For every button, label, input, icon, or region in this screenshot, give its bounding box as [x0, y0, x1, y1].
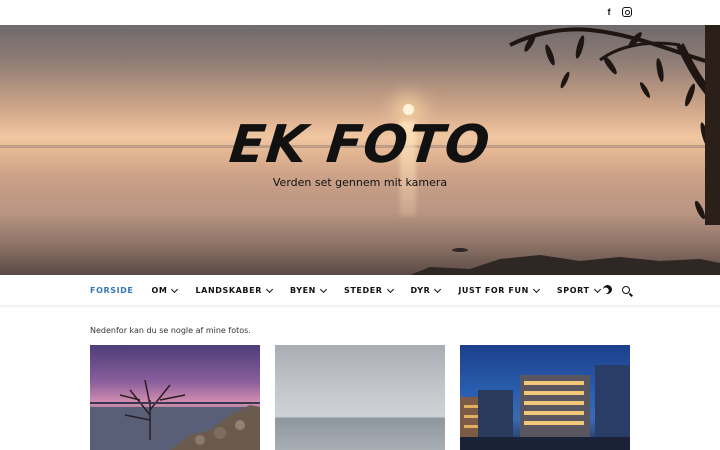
chevron-down-icon — [434, 285, 442, 293]
chevron-down-icon — [265, 285, 273, 293]
nav-tools — [603, 285, 630, 294]
nav-label: STEDER — [343, 286, 383, 295]
social-links: f — [604, 7, 632, 17]
nav-item-just-for-fun[interactable]: JUST FOR FUN — [458, 285, 540, 295]
site-tagline: Verden set gennem mit kamera — [272, 176, 448, 189]
nav-item-landskaber[interactable]: LANDSKABER — [195, 285, 273, 295]
building-photo — [460, 365, 630, 450]
instagram-icon[interactable] — [622, 7, 632, 17]
shore-rocks — [410, 248, 720, 275]
intro-text: Nedenfor kan du se nogle af mine fotos. — [90, 326, 251, 335]
nav-item-sport[interactable]: SPORT — [556, 285, 601, 295]
facebook-icon[interactable]: f — [604, 7, 614, 17]
nav-label: JUST FOR FUN — [458, 286, 529, 295]
nav-label: DYR — [410, 286, 431, 295]
chevron-down-icon — [171, 285, 179, 293]
nav-label: LANDSKABER — [195, 286, 262, 295]
photo-thumbnail-building[interactable] — [460, 345, 630, 450]
photo-thumbnail-tree[interactable] — [90, 345, 260, 450]
search-icon[interactable] — [622, 285, 630, 294]
nav-label: SPORT — [556, 286, 590, 295]
nav-label: FORSIDE — [90, 286, 134, 295]
hero-banner: EK FOTO Verden set gennem mit kamera — [0, 25, 720, 275]
tree-photo — [90, 379, 260, 450]
nav-item-forside[interactable]: FORSIDE — [90, 286, 133, 295]
moon-icon[interactable] — [601, 283, 613, 295]
nav-label: BYEN — [289, 286, 316, 295]
top-bar: f — [0, 0, 720, 25]
photo-thumbnail-sea[interactable] — [275, 345, 445, 450]
nav-item-byen[interactable]: BYEN — [289, 285, 328, 295]
nav-label: OM — [151, 286, 168, 295]
main-navigation: FORSIDE OM LANDSKABER BYEN STEDER DYR JU… — [0, 275, 720, 306]
chevron-down-icon — [386, 285, 394, 293]
nav-item-dyr[interactable]: DYR — [410, 285, 442, 295]
chevron-down-icon — [532, 285, 540, 293]
chevron-down-icon — [593, 285, 601, 293]
site-title[interactable]: EK FOTO — [0, 115, 720, 175]
chevron-down-icon — [319, 285, 328, 293]
nav-item-steder[interactable]: STEDER — [343, 285, 394, 295]
nav-item-om[interactable]: OM — [151, 285, 179, 295]
